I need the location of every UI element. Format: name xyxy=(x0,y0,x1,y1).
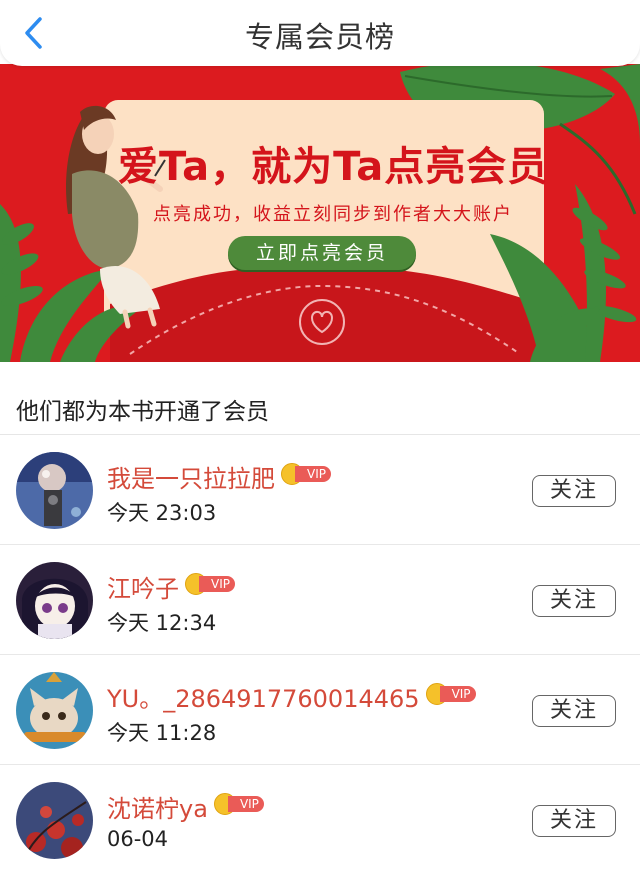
avatar[interactable] xyxy=(16,562,93,639)
banner-headline: 爱Ta，就为Ta点亮会员 xyxy=(118,144,549,190)
follow-button[interactable]: 关注 xyxy=(532,695,616,727)
member-row[interactable]: 我是一只拉拉肥 VIP 今天 23:03 关注 xyxy=(0,435,640,545)
banner-subtitle: 点亮成功，收益立刻同步到作者大大账户 xyxy=(153,204,513,225)
member-name: 江吟子 VIP xyxy=(107,569,237,604)
member-name-text: 沈诺柠ya xyxy=(107,795,208,823)
member-time: 今天 23:03 xyxy=(107,501,217,525)
member-row[interactable]: 江吟子 VIP 今天 12:34 关注 xyxy=(0,545,640,655)
avatar[interactable] xyxy=(16,452,93,529)
navbar: 专属会员榜 xyxy=(0,0,640,66)
member-name-text: YU。_2864917760014465 xyxy=(107,685,420,713)
member-name: 我是一只拉拉肥 VIP xyxy=(107,459,333,494)
vip-badge: VIP xyxy=(281,463,333,485)
follow-button[interactable]: 关注 xyxy=(532,475,616,507)
avatar[interactable] xyxy=(16,782,93,859)
member-row[interactable]: YU。_2864917760014465 VIP 今天 11:28 关注 xyxy=(0,655,640,765)
promo-banner[interactable]: 爱Ta，就为Ta点亮会员 点亮成功，收益立刻同步到作者大大账户 立即点亮会员 xyxy=(0,64,640,362)
member-list: 我是一只拉拉肥 VIP 今天 23:03 关注 江吟子 VIP 今天 12:34 关… xyxy=(0,435,640,870)
member-time: 今天 12:34 xyxy=(107,611,217,635)
member-time: 06-04 xyxy=(107,827,169,851)
follow-button[interactable]: 关注 xyxy=(532,585,616,617)
member-time: 今天 11:28 xyxy=(107,721,217,745)
member-row[interactable]: 沈诺柠ya VIP 06-04 关注 xyxy=(0,765,640,870)
member-name: 沈诺柠ya VIP xyxy=(107,789,266,824)
light-up-membership-button[interactable]: 立即点亮会员 xyxy=(228,236,416,270)
member-name: YU。_2864917760014465 VIP xyxy=(107,679,478,714)
member-name-text: 我是一只拉拉肥 xyxy=(107,465,275,493)
vip-badge: VIP xyxy=(213,793,266,815)
avatar[interactable] xyxy=(16,672,93,749)
section-title: 他们都为本书开通了会员 xyxy=(16,399,269,425)
member-name-text: 江吟子 xyxy=(107,575,179,603)
page-title: 专属会员榜 xyxy=(244,20,395,54)
vip-badge: VIP xyxy=(185,573,237,595)
vip-label: VIP xyxy=(439,686,476,702)
vip-badge: VIP xyxy=(425,683,478,705)
vip-label: VIP xyxy=(227,796,264,812)
vip-label: VIP xyxy=(295,466,331,482)
follow-button[interactable]: 关注 xyxy=(532,805,616,837)
vip-label: VIP xyxy=(199,576,235,592)
